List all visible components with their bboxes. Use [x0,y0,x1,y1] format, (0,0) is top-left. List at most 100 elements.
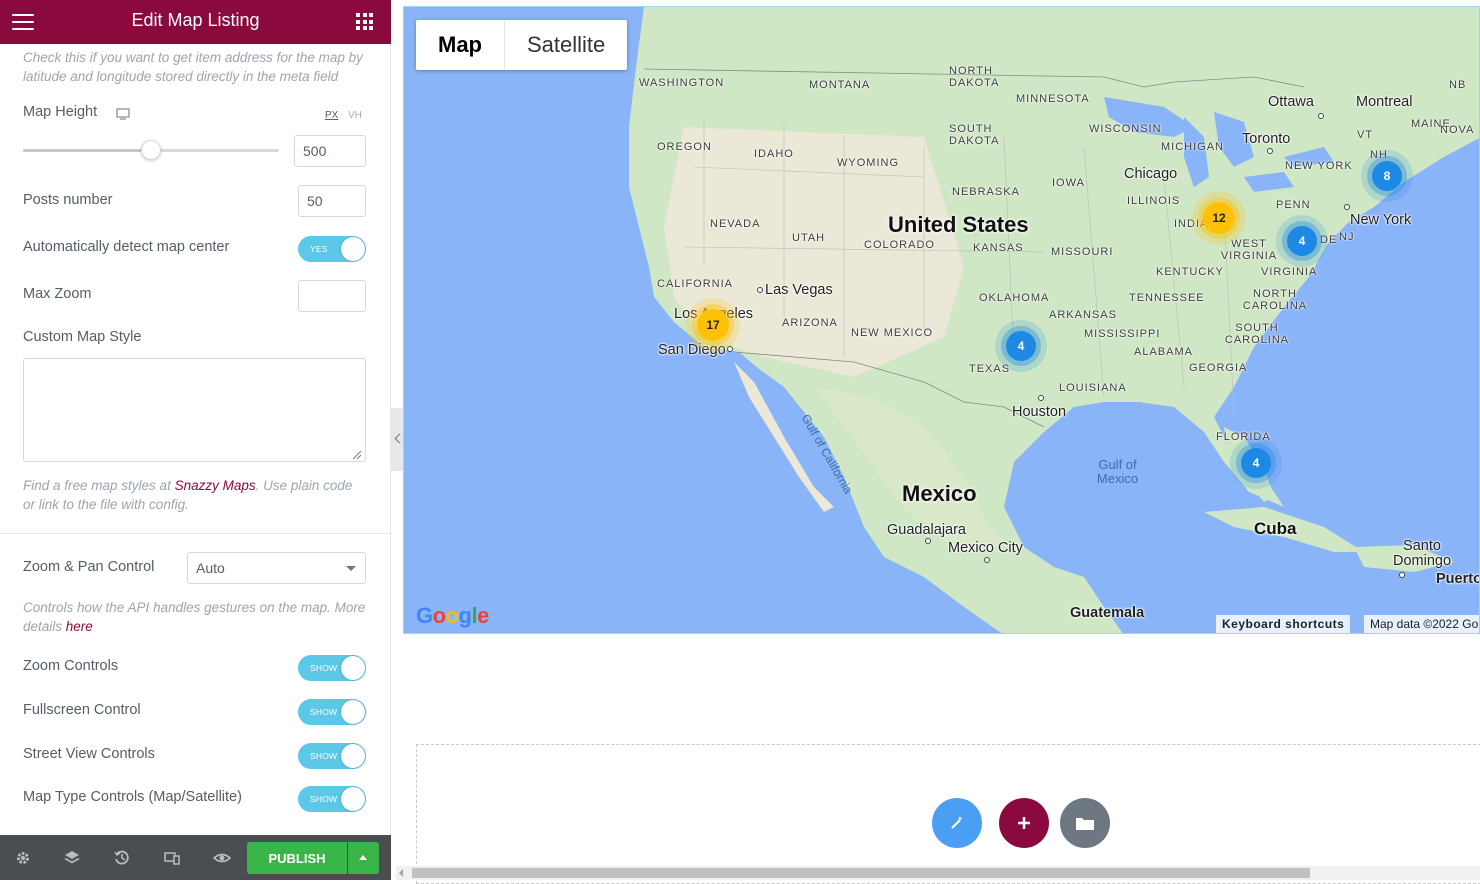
marker-cluster[interactable]: 4 [1287,226,1317,256]
unit-vh[interactable]: VH [348,110,362,121]
map-label: MISSISSIPPI [1084,328,1161,340]
custom-style-label: Custom Map Style [23,329,142,345]
marker-cluster[interactable]: 8 [1372,161,1402,191]
custom-style-textarea[interactable] [23,358,366,462]
map-label: TEXAS [969,363,1011,375]
add-section-button[interactable] [999,798,1049,848]
map-label: NORTH DAKOTA [949,65,1000,89]
map-label: NOVA [1440,124,1475,136]
editor-sidebar: Edit Map Listing Check this if you want … [0,0,391,880]
map-label: SOUTH CAROLINA [1224,322,1290,346]
map-type-toggle[interactable]: SHOW [298,786,366,812]
city-label: Santo Domingo [1392,538,1452,569]
map-height-slider[interactable] [23,140,279,160]
eye-icon[interactable] [213,849,231,867]
map-label: NEBRASKA [952,186,1020,198]
map-type-control: Map Satellite [416,20,628,70]
map-label: ARIZONA [782,317,838,329]
city-marker [1318,113,1324,119]
street-view-toggle[interactable]: SHOW [298,743,366,769]
add-template-button[interactable] [1060,798,1110,848]
chevron-down-icon [346,566,356,571]
publish-options-button[interactable] [348,842,379,874]
slider-handle[interactable] [141,140,161,160]
map-label: WISCONSIN [1089,123,1162,135]
city-marker [1267,148,1273,154]
layers-icon[interactable] [63,849,81,867]
city-marker [984,557,990,563]
map-label: NB [1449,79,1467,91]
fullscreen-toggle[interactable]: SHOW [298,699,366,725]
map-label: VIRGINIA [1261,266,1318,278]
city-label: Puerto [1436,571,1480,587]
map-label: FLORIDA [1216,431,1271,443]
city-label: San Diego [658,342,726,358]
map-terrain [629,7,1479,633]
city-marker [1399,572,1405,578]
map-label: OKLAHOMA [979,292,1050,304]
gesture-help: Controls how the API handles gestures on… [23,600,366,634]
map-label: WEST VIRGINIA [1220,238,1278,262]
scrollbar-thumb[interactable] [412,868,1310,878]
widgets-grid-icon[interactable] [356,13,373,30]
city-marker [757,287,763,293]
posts-number-input[interactable]: 50 [298,185,366,217]
ai-magic-button[interactable] [932,798,982,848]
unit-px[interactable]: PX [325,110,338,121]
responsive-icon[interactable] [163,849,181,867]
map-label: VT [1357,129,1374,141]
zoom-controls-toggle[interactable]: SHOW [298,655,366,681]
country-label: Cuba [1254,519,1297,538]
city-label: Ottawa [1268,94,1314,110]
country-label: United States [888,212,1029,237]
map-type-label: Map Type Controls (Map/Satellite) [23,789,242,805]
marker-cluster[interactable]: 12 [1203,202,1235,234]
desktop-icon[interactable] [116,108,130,120]
history-icon[interactable] [113,849,131,867]
posts-number-label: Posts number [23,192,113,208]
city-marker [727,346,733,352]
horizontal-scrollbar[interactable] [396,866,1480,880]
map-canvas[interactable]: Map Satellite WASHINGTON MONTANA NORTH D… [403,6,1480,634]
snazzy-maps-link[interactable]: Snazzy Maps [175,478,256,493]
google-logo: Google [416,603,489,628]
gear-icon[interactable] [14,849,32,867]
publish-button[interactable]: PUBLISH [247,842,347,874]
city-label: Guadalajara [887,522,966,538]
city-marker [925,538,931,544]
toggle-state: YES [310,244,328,254]
marker-cluster[interactable]: 4 [1006,331,1036,361]
marker-cluster[interactable]: 4 [1241,448,1271,478]
chevron-up-icon [359,855,367,860]
city-marker [1038,395,1044,401]
map-label: IOWA [1052,177,1085,189]
country-label: Mexico [902,481,977,506]
map-height-input[interactable]: 500 [294,135,366,167]
style-help: Find a free map styles at Snazzy Maps. U… [23,478,353,512]
map-label: SOUTH DAKOTA [949,123,1000,147]
zoom-pan-select[interactable]: Auto [187,552,366,584]
map-height-label: Map Height [23,104,98,120]
map-label: MINNESOTA [1016,93,1090,105]
map-label: WASHINGTON [639,77,725,89]
auto-center-toggle[interactable]: YES [298,236,366,262]
map-label: KENTUCKY [1156,266,1224,278]
zoom-controls-label: Zoom Controls [23,658,119,674]
keyboard-shortcuts-link[interactable]: Keyboard shortcuts [1216,615,1351,633]
max-zoom-label: Max Zoom [23,286,92,302]
marker-cluster[interactable]: 17 [697,309,729,341]
water-label: Gulf of Mexico [1096,457,1139,486]
map-label: NH [1370,149,1388,161]
sidebar-footer: PUBLISH [0,835,391,880]
max-zoom-input[interactable] [298,280,366,312]
map-label: PENN [1276,199,1311,211]
panel-title: Edit Map Listing [131,10,260,30]
gesture-details-link[interactable]: here [66,619,93,634]
map-label: NORTH CAROLINA [1242,288,1308,312]
map-label: MISSOURI [1051,246,1114,258]
tab-satellite[interactable]: Satellite [505,20,627,70]
tab-map[interactable]: Map [416,20,504,70]
map-label: NEVADA [710,218,761,230]
resize-handle-icon[interactable] [352,450,362,460]
sidebar-header: Edit Map Listing [0,0,391,44]
